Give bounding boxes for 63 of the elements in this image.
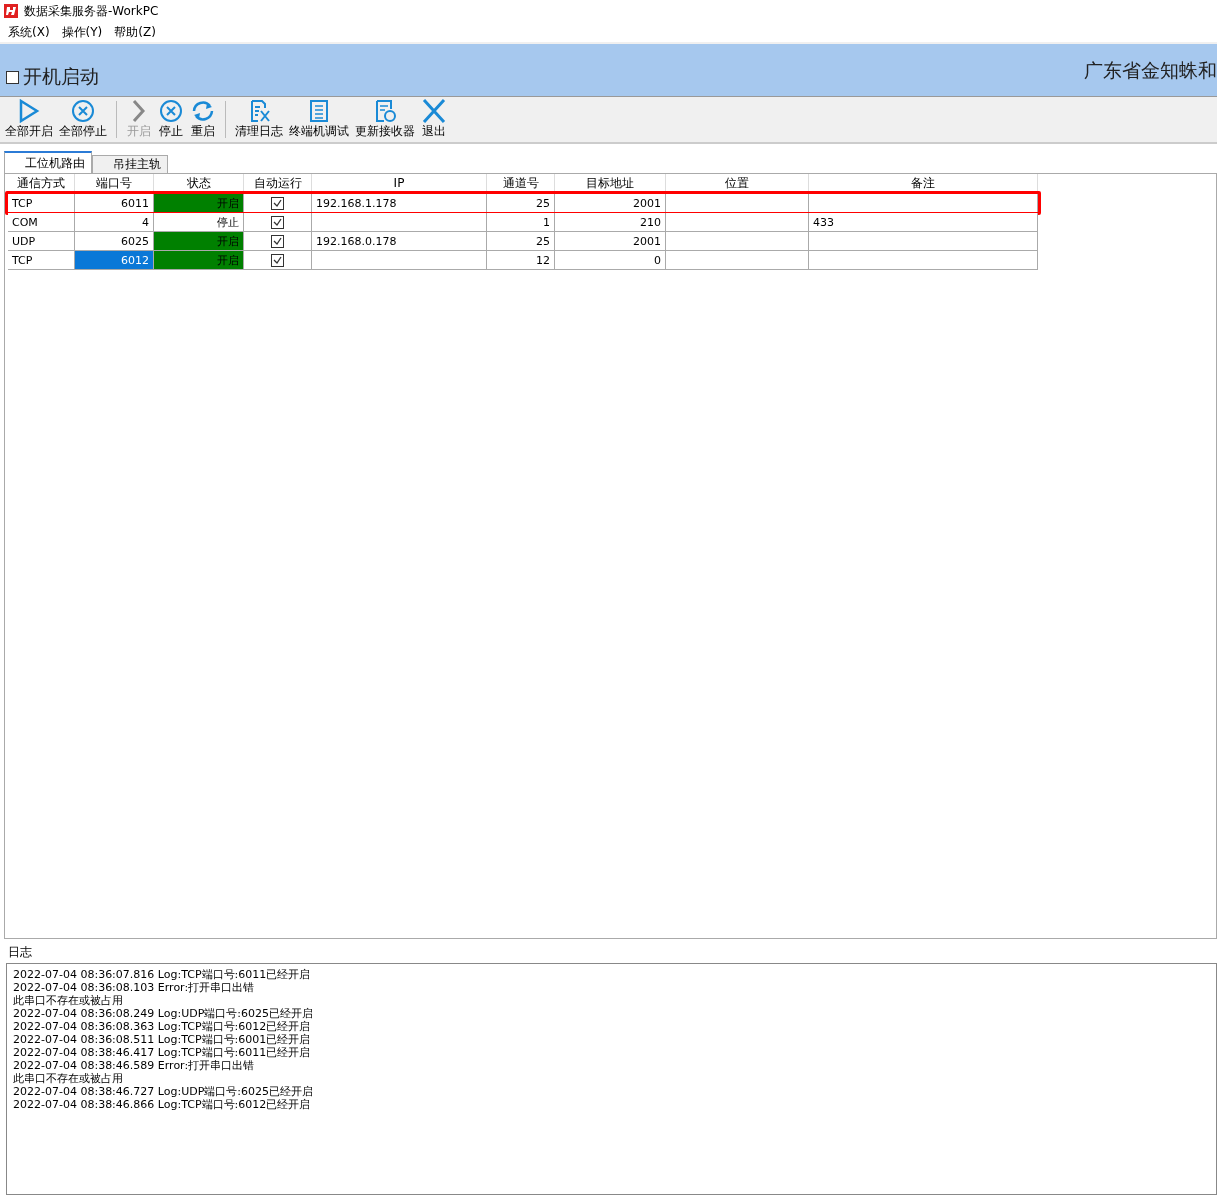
column-header: 位置	[666, 174, 809, 192]
log-line: 2022-07-04 08:38:46.589 Error:打开串口出错	[13, 1059, 256, 1072]
auto-run-checkbox[interactable]	[271, 196, 284, 210]
log-line: 2022-07-04 08:38:46.866 Log:TCP端口号:6012已经开启	[13, 1098, 312, 1111]
log-line: 2022-07-04 08:38:46.727 Log:UDP端口号:6025已经开启	[13, 1085, 315, 1098]
table-cell: 4	[75, 213, 154, 232]
table-cell: 6025	[75, 232, 154, 251]
window-title: 数据采集服务器-WorkPC	[24, 2, 159, 20]
autostart-checkbox[interactable]: 开机启动	[6, 64, 99, 90]
toolbar-button[interactable]: 停止	[155, 97, 187, 142]
toolbar-button[interactable]: 终端机调试	[286, 97, 352, 142]
table-cell: 210	[555, 213, 666, 232]
auto-run-checkbox[interactable]	[271, 215, 284, 229]
table-cell: UDP	[8, 232, 75, 251]
tab[interactable]: 吊挂主轨	[92, 155, 168, 173]
auto-run-checkbox[interactable]	[271, 253, 284, 267]
company-name: 广东省金知蛛和	[1084, 58, 1217, 83]
log-line: 2022-07-04 08:36:07.816 Log:TCP端口号:6011已经开启	[13, 968, 312, 981]
table-cell: 0	[555, 251, 666, 270]
toolbar-button[interactable]: 全部停止	[56, 97, 110, 142]
menu-item[interactable]: 系统(X)	[4, 23, 54, 41]
column-header: 自动运行	[244, 174, 312, 192]
table-cell: 开启	[154, 251, 244, 270]
refresh-icon	[190, 99, 216, 123]
log-line: 2022-07-04 08:36:08.249 Log:UDP端口号:6025已经开启	[13, 1007, 315, 1020]
table-cell: 192.168.0.178	[312, 232, 487, 251]
toolbar-button[interactable]: 退出	[418, 97, 450, 142]
column-header: 端口号	[75, 174, 154, 192]
tab[interactable]: 工位机路由	[4, 151, 92, 173]
menu-item[interactable]: 帮助(Z)	[110, 23, 160, 41]
log-line: 此串口不存在或被占用	[13, 1072, 124, 1085]
table-cell: 12	[487, 251, 555, 270]
log-line: 2022-07-04 08:36:08.363 Log:TCP端口号:6012已经开启	[13, 1020, 312, 1033]
column-header: 目标地址	[555, 174, 666, 192]
log-label: 日志	[8, 944, 33, 960]
column-header: 备注	[809, 174, 1038, 192]
column-header: 状态	[154, 174, 244, 192]
close-circle-icon	[158, 99, 184, 123]
table-cell: 433	[809, 213, 1038, 232]
column-header: IP	[312, 174, 487, 192]
table-cell: 2001	[555, 232, 666, 251]
app-logo-icon	[4, 4, 18, 18]
log-line: 此串口不存在或被占用	[13, 994, 124, 1007]
auto-run-checkbox[interactable]	[271, 234, 284, 248]
log-line: 2022-07-04 08:36:08.511 Log:TCP端口号:6001已经开启	[13, 1033, 312, 1046]
log-line: 2022-07-04 08:36:08.103 Error:打开串口出错	[13, 981, 256, 994]
toolbar-button[interactable]: 全部开启	[2, 97, 56, 142]
toolbar-button[interactable]: 重启	[187, 97, 219, 142]
menu-item[interactable]: 操作(Y)	[57, 23, 107, 41]
column-header: 通道号	[487, 174, 555, 192]
toolbar-button[interactable]: 更新接收器	[352, 97, 418, 142]
toolbar-button[interactable]: 清理日志	[232, 97, 286, 142]
log-line: 2022-07-04 08:38:46.417 Log:TCP端口号:6011已经开启	[13, 1046, 312, 1059]
table-cell: 停止	[154, 213, 244, 232]
table-cell: TCP	[8, 251, 75, 270]
table-cell: 6012	[75, 251, 154, 270]
table-cell: 1	[487, 213, 555, 232]
close-icon	[421, 99, 447, 123]
table-cell: 开启	[154, 232, 244, 251]
table-cell: 25	[487, 232, 555, 251]
close-circle-icon	[70, 99, 96, 123]
column-header: 通信方式	[8, 174, 75, 192]
table-cell: COM	[8, 213, 75, 232]
